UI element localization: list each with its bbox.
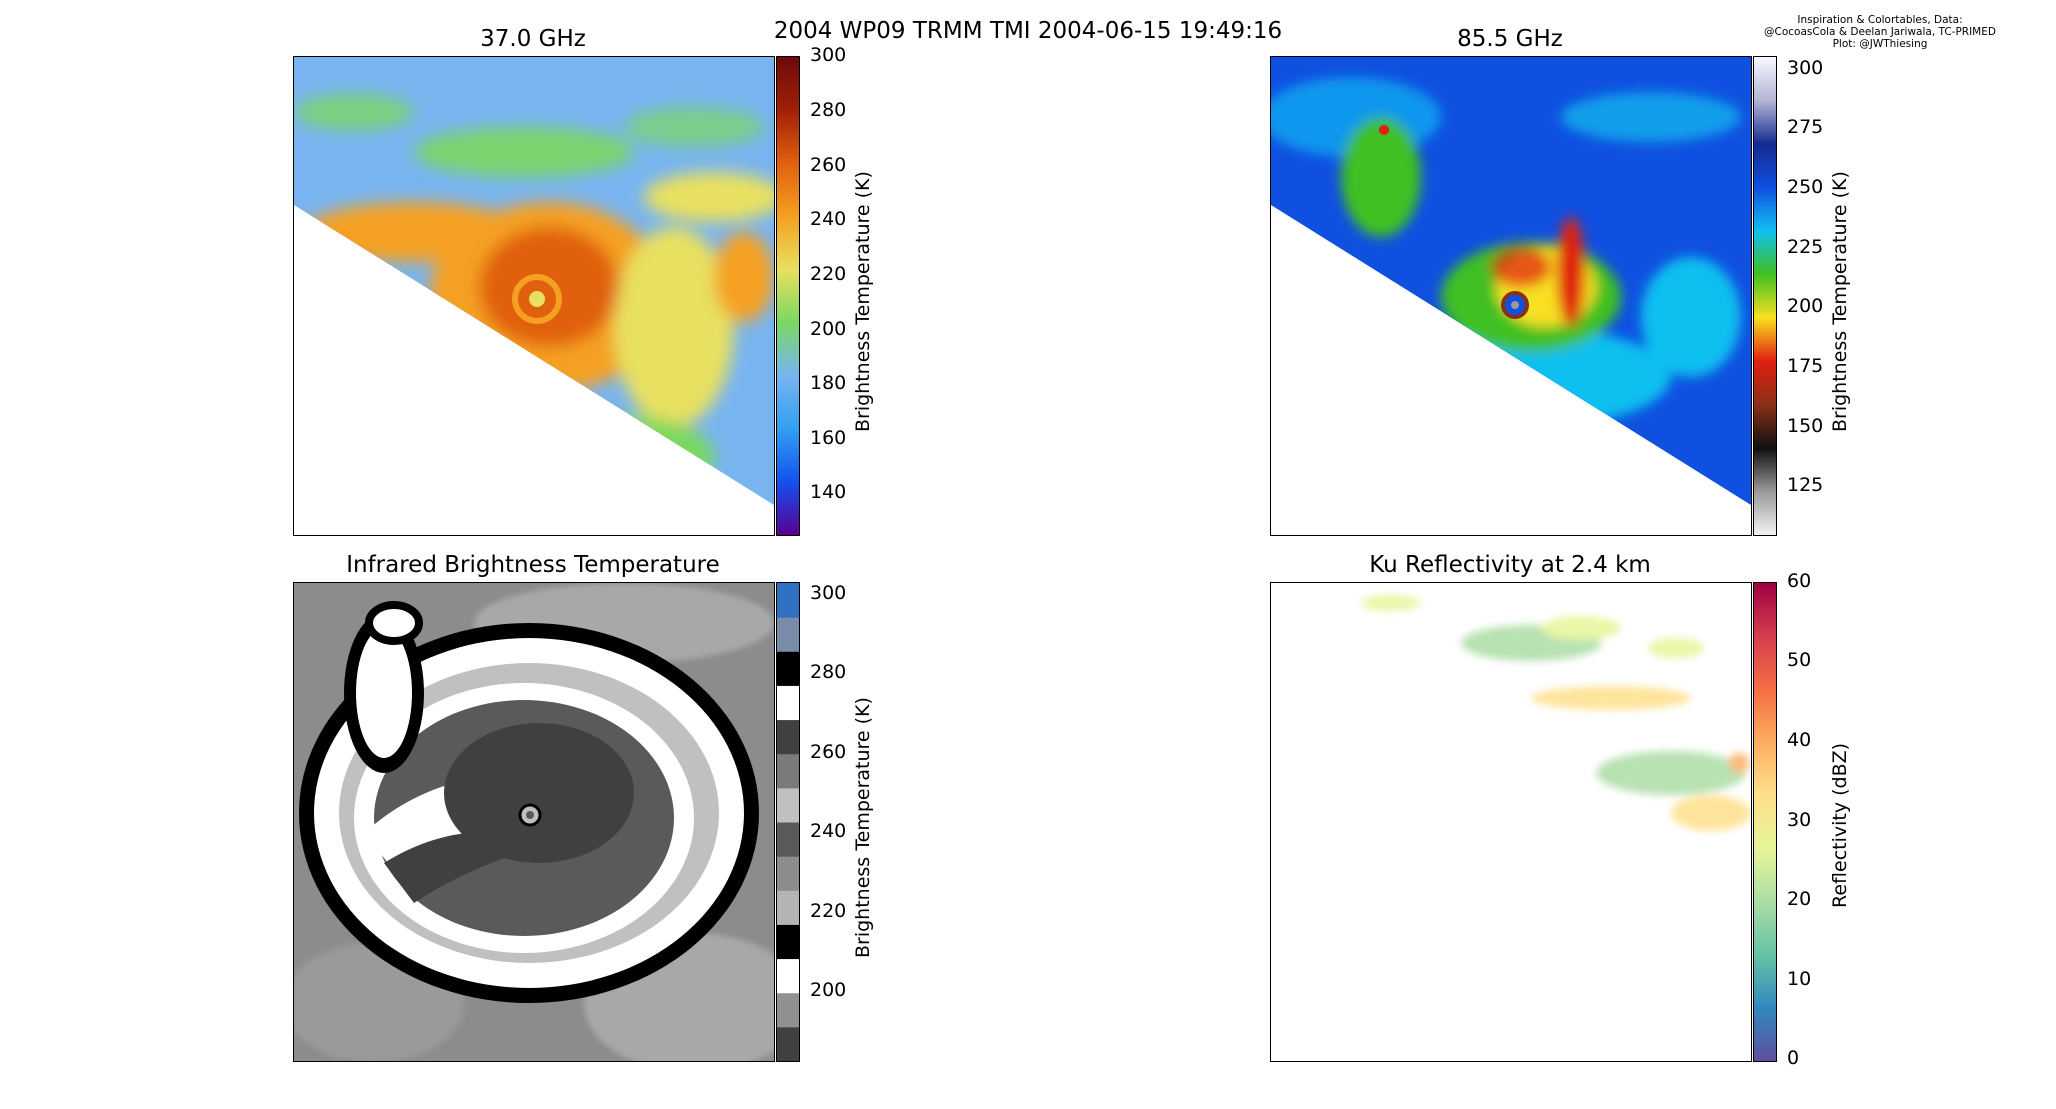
colorbar-step (777, 822, 799, 857)
colorbar-tick: 150 (1787, 415, 1824, 437)
colorbar-tick: 30 (1787, 809, 1812, 831)
colorbar-tick: 280 (810, 99, 847, 121)
colorbar-85ghz-ticks: 300 275 250 225 200 175 150 125 (1775, 56, 1835, 534)
colorbar-infrared-ticks: 300 280 260 240 220 200 (798, 582, 858, 1060)
colorbar-ku (1753, 582, 1777, 1062)
colorbar-step (777, 617, 799, 652)
colorbar-85ghz-gradient (1754, 57, 1776, 535)
colorbar-step (777, 924, 799, 960)
colorbar-step (777, 787, 799, 823)
colorbar-infrared (776, 582, 800, 1062)
colorbar-step (777, 651, 799, 686)
panel-infrared (293, 582, 775, 1062)
colorbar-tick: 240 (810, 820, 847, 842)
colorbar-37ghz (776, 56, 800, 536)
panel-title-ku: Ku Reflectivity at 2.4 km (1369, 552, 1651, 578)
colorbar-tick: 260 (810, 154, 847, 176)
colorbar-tick: 300 (1787, 57, 1824, 79)
panel-title-infrared: Infrared Brightness Temperature (346, 552, 720, 578)
colorbar-step (777, 719, 799, 755)
colorbar-tick: 0 (1787, 1047, 1800, 1069)
colorbar-tick: 60 (1787, 570, 1812, 592)
colorbar-tick: 20 (1787, 888, 1812, 910)
colorbar-step (777, 992, 799, 1028)
image-85ghz (1271, 57, 1751, 505)
panel-title-85ghz: 85.5 GHz (1457, 26, 1563, 52)
colorbar-tick: 240 (810, 208, 847, 230)
panel-ku (1270, 582, 1752, 1062)
colorbar-step (777, 753, 799, 789)
image-37ghz (294, 57, 774, 505)
colorbar-tick: 40 (1787, 729, 1812, 751)
colorbar-step (777, 685, 799, 721)
colorbar-label-ku: Reflectivity (dBZ) (1829, 742, 1851, 908)
colorbar-ku-ticks: 60 50 40 30 20 10 0 (1775, 570, 1835, 1069)
image-ku (1361, 595, 1751, 831)
credits-line: Inspiration & Colortables, Data: (1797, 14, 1963, 26)
colorbar-ku-gradient (1754, 583, 1776, 1061)
colorbar-tick: 250 (1787, 176, 1824, 198)
colorbar-37ghz-gradient (777, 57, 799, 535)
colorbar-label-infrared: Brightness Temperature (K) (852, 697, 874, 958)
panel-37ghz (293, 56, 775, 536)
colorbar-tick: 125 (1787, 474, 1824, 496)
colorbar-tick: 175 (1787, 355, 1824, 377)
colorbar-tick: 180 (810, 372, 847, 394)
colorbar-tick: 160 (810, 427, 847, 449)
colorbar-tick: 140 (810, 481, 847, 503)
colorbar-step (777, 890, 799, 925)
colorbar-tick: 10 (1787, 968, 1812, 990)
colorbar-step (777, 1026, 799, 1062)
image-infrared (294, 583, 774, 1061)
colorbar-step (777, 583, 799, 618)
colorbar-tick: 275 (1787, 116, 1824, 138)
colorbar-infrared-gradient (777, 583, 799, 1062)
panel-title-37ghz: 37.0 GHz (480, 26, 586, 52)
colorbar-tick: 50 (1787, 649, 1812, 671)
colorbar-step (777, 856, 799, 891)
colorbar-tick: 260 (810, 741, 847, 763)
colorbar-85ghz (1753, 56, 1777, 536)
colorbar-step (777, 958, 799, 994)
colorbar-label-85ghz: Brightness Temperature (K) (1829, 171, 1851, 432)
panel-85ghz (1270, 56, 1752, 536)
colorbar-tick: 300 (810, 582, 847, 604)
colorbar-tick: 280 (810, 661, 847, 683)
colorbar-tick: 220 (810, 263, 847, 285)
colorbar-tick: 300 (810, 44, 847, 66)
colorbar-tick: 200 (1787, 295, 1824, 317)
colorbar-tick: 200 (810, 979, 847, 1001)
colorbar-label-37ghz: Brightness Temperature (K) (852, 171, 874, 432)
colorbar-37ghz-ticks: 300 280 260 240 220 200 180 160 140 (798, 44, 858, 534)
colorbar-tick: 220 (810, 900, 847, 922)
colorbar-tick: 200 (810, 318, 847, 340)
colorbar-tick: 225 (1787, 236, 1824, 258)
